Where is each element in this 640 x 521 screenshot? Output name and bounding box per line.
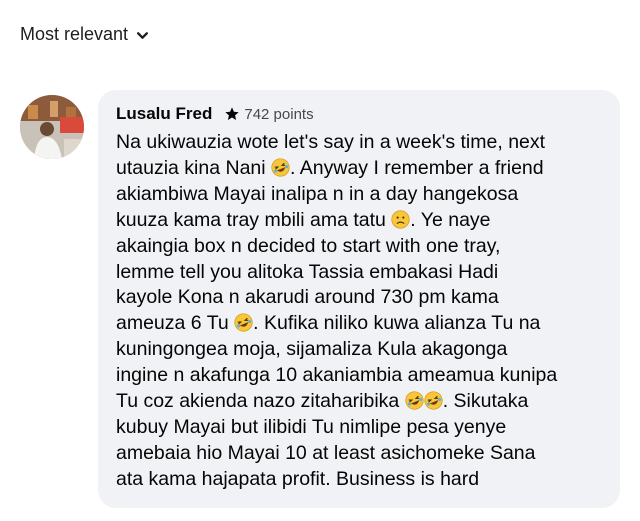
comment-text-segment: akiambiwa Mayai inalipa n in a day hange… bbox=[116, 182, 519, 205]
rolling-on-floor-laughing-emoji bbox=[405, 391, 424, 410]
star-icon bbox=[225, 107, 240, 120]
comment-line: utauzia kina Nani . Anyway I remember a … bbox=[116, 156, 604, 182]
comment-line: Tu coz akienda nazo zitaharibika . Sikut… bbox=[116, 389, 604, 415]
comment-line: akiambiwa Mayai inalipa n in a day hange… bbox=[116, 182, 604, 208]
rolling-on-floor-laughing-emoji bbox=[424, 391, 443, 410]
comment-text-segment: ingine n akafunga 10 akaniambia ameamua … bbox=[116, 364, 558, 387]
sort-dropdown[interactable]: Most relevant bbox=[20, 24, 149, 45]
avatar-photo bbox=[20, 95, 84, 159]
comment-line: ingine n akafunga 10 akaniambia ameamua … bbox=[116, 363, 604, 389]
points-badge: 742 points bbox=[224, 105, 314, 123]
comment-line: ata kama hajapata profit. Business is ha… bbox=[116, 467, 604, 493]
comment-text-segment: kubuy Mayai but ilibidi Tu nimlipe pesa … bbox=[116, 415, 507, 438]
comment-text-segment: . Anyway I remember a friend bbox=[290, 156, 544, 179]
chevron-down-icon bbox=[137, 32, 149, 39]
comment-text-segment: kayole Kona n akarudi around 730 pm kama bbox=[116, 286, 499, 309]
comment-text-segment: amebaia hio Mayai 10 at least asichomeke… bbox=[116, 441, 536, 464]
comment-text-segment: Na ukiwauzia wote let's say in a week's … bbox=[116, 131, 546, 153]
comment-text-segment: ata kama hajapata profit. Business is ha… bbox=[116, 467, 480, 490]
comment-line: Na ukiwauzia wote let's say in a week's … bbox=[116, 130, 604, 156]
comment-author[interactable]: Lusalu Fred bbox=[116, 104, 212, 124]
comment-text-segment: ameuza 6 Tu bbox=[116, 312, 235, 335]
comment-line: amebaia hio Mayai 10 at least asichomeke… bbox=[116, 441, 604, 467]
comment-line: lemme tell you alitoka Tassia embakasi H… bbox=[116, 260, 604, 286]
slightly-frowning-emoji bbox=[391, 210, 410, 229]
comment-text-segment: . Ye naye bbox=[410, 208, 491, 231]
comment-text-segment: lemme tell you alitoka Tassia embakasi H… bbox=[116, 260, 499, 283]
comment-line: kuuza kama tray mbili ama tatu . Ye naye bbox=[116, 208, 604, 234]
points-text: 742 points bbox=[244, 105, 314, 123]
comment-text-segment: . Sikutaka bbox=[442, 390, 529, 413]
rolling-on-floor-laughing-emoji bbox=[234, 313, 253, 332]
comment-text-segment: kuningongea moja, sijamaliza Kula akagon… bbox=[116, 338, 508, 361]
comment-text-segment: akaingia box n decided to start with one… bbox=[116, 234, 501, 257]
comment-text-segment: kuuza kama tray mbili ama tatu bbox=[116, 208, 392, 231]
comment-line: ameuza 6 Tu . Kufika niliko kuwa alianza… bbox=[116, 311, 604, 337]
avatar[interactable] bbox=[20, 95, 84, 159]
sort-label: Most relevant bbox=[20, 24, 129, 44]
comment-text: Na ukiwauzia wote let's say in a week's … bbox=[116, 130, 604, 493]
rolling-on-floor-laughing-emoji bbox=[271, 158, 290, 177]
comment-line: kubuy Mayai but ilibidi Tu nimlipe pesa … bbox=[116, 415, 604, 441]
comment-text-segment: . Kufika niliko kuwa alianza Tu na bbox=[253, 312, 541, 335]
comment-line: akaingia box n decided to start with one… bbox=[116, 234, 604, 260]
comment-bubble: Lusalu Fred 742 points Na ukiwauzia wote… bbox=[98, 90, 620, 508]
comment-line: kayole Kona n akarudi around 730 pm kama bbox=[116, 285, 604, 311]
comment-text-segment: Tu coz akienda nazo zitaharibika bbox=[116, 390, 405, 413]
comment-text-segment: utauzia kina Nani bbox=[116, 156, 272, 179]
comment-line: kuningongea moja, sijamaliza Kula akagon… bbox=[116, 337, 604, 363]
